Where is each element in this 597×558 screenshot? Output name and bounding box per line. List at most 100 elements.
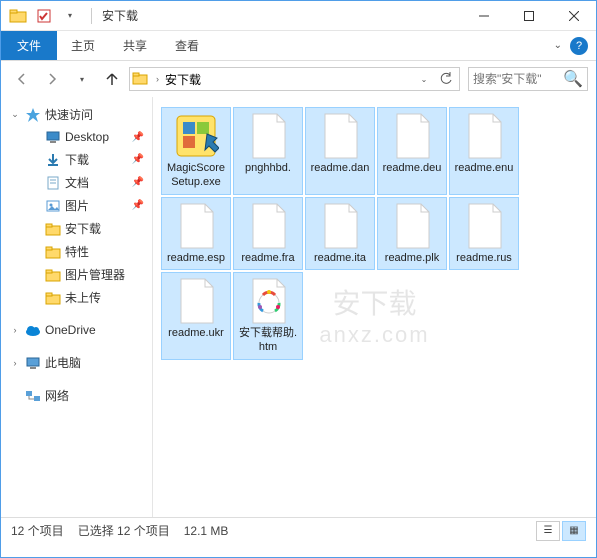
window-title: 安下载 bbox=[102, 7, 138, 24]
icons-view-button[interactable]: ▦ bbox=[562, 521, 586, 541]
pin-icon: 📌 bbox=[132, 200, 144, 211]
file-icon bbox=[389, 202, 435, 250]
folder-icon bbox=[45, 221, 61, 237]
up-button[interactable] bbox=[99, 66, 125, 92]
sidebar-item-label: 图片 bbox=[65, 197, 89, 214]
cloud-icon bbox=[25, 322, 41, 338]
file-item[interactable]: readme.plk bbox=[377, 197, 447, 271]
chevron-right-icon[interactable]: › bbox=[9, 358, 21, 368]
address-dropdown-icon[interactable]: ⌄ bbox=[413, 72, 435, 86]
file-item[interactable]: readme.esp bbox=[161, 197, 231, 271]
file-name: pnghhbd. bbox=[245, 162, 291, 176]
file-icon bbox=[461, 202, 507, 250]
file-name: readme.plk bbox=[385, 252, 439, 266]
file-tab[interactable]: 文件 bbox=[1, 31, 57, 60]
file-name: readme.ita bbox=[314, 252, 366, 266]
status-bar: 12 个项目 已选择 12 个项目 12.1 MB ☰ ▦ bbox=[1, 517, 596, 543]
chevron-down-icon[interactable]: ⌄ bbox=[9, 109, 21, 120]
sidebar-network[interactable]: 网络 bbox=[1, 384, 152, 407]
separator bbox=[91, 8, 92, 24]
search-icon: 🔍 bbox=[563, 69, 583, 89]
desktop-icon bbox=[45, 129, 61, 145]
file-icon bbox=[245, 202, 291, 250]
file-item[interactable]: readme.rus bbox=[449, 197, 519, 271]
star-icon bbox=[25, 107, 41, 123]
tab-share[interactable]: 共享 bbox=[109, 31, 161, 60]
sidebar-item[interactable]: Desktop 📌 bbox=[21, 126, 152, 148]
nav-bar: ▾ › 安下载 ⌄ 🔍 bbox=[1, 61, 596, 97]
chevron-right-icon[interactable]: › bbox=[9, 325, 21, 335]
file-name: readme.rus bbox=[456, 252, 512, 266]
body: ⌄ 快速访问 Desktop 📌 下载📌 文档 📌 图片 📌 安下载特性图片管理器未上传 › … bbox=[1, 97, 596, 517]
help-icon[interactable]: ? bbox=[570, 37, 588, 55]
sidebar[interactable]: ⌄ 快速访问 Desktop 📌 下载📌 文档 📌 图片 📌 安下载特性图片管理器未上传 › … bbox=[1, 97, 153, 517]
file-name: readme.esp bbox=[167, 252, 225, 266]
sidebar-item-label: 特性 bbox=[65, 243, 89, 260]
sidebar-quick-access[interactable]: ⌄ 快速访问 bbox=[1, 103, 152, 126]
breadcrumb[interactable]: 安下载 bbox=[161, 71, 205, 88]
pin-icon: 📌 bbox=[132, 177, 144, 188]
folder-icon bbox=[45, 244, 61, 260]
folder-icon bbox=[45, 290, 61, 306]
sidebar-item[interactable]: 图片管理器 bbox=[21, 263, 152, 286]
file-item[interactable]: readme.ukr bbox=[161, 272, 231, 360]
sidebar-item[interactable]: 下载📌 bbox=[21, 148, 152, 171]
address-bar[interactable]: › 安下载 ⌄ bbox=[129, 67, 460, 91]
status-selected: 已选择 12 个项目 bbox=[78, 522, 170, 539]
sidebar-onedrive[interactable]: › OneDrive bbox=[1, 319, 152, 341]
sidebar-item[interactable]: 图片 📌 bbox=[21, 194, 152, 217]
file-item[interactable]: readme.enu bbox=[449, 107, 519, 195]
refresh-button[interactable] bbox=[435, 72, 457, 86]
maximize-button[interactable] bbox=[506, 1, 551, 30]
ribbon-expand-icon[interactable]: ⌄ bbox=[554, 40, 562, 51]
file-item[interactable]: readme.ita bbox=[305, 197, 375, 271]
properties-icon[interactable] bbox=[33, 5, 55, 27]
sidebar-item[interactable]: 未上传 bbox=[21, 286, 152, 309]
file-name: MagicScoreSetup.exe bbox=[164, 162, 228, 190]
chevron-right-icon[interactable]: › bbox=[154, 74, 161, 84]
file-name: readme.ukr bbox=[168, 327, 224, 341]
sidebar-item-label: 未上传 bbox=[65, 289, 101, 306]
window-controls bbox=[461, 1, 596, 30]
file-item[interactable]: readme.dan bbox=[305, 107, 375, 195]
folder-icon bbox=[45, 267, 61, 283]
search-input[interactable] bbox=[473, 72, 563, 86]
forward-button[interactable] bbox=[39, 66, 65, 92]
details-view-button[interactable]: ☰ bbox=[536, 521, 560, 541]
sidebar-item[interactable]: 安下载 bbox=[21, 217, 152, 240]
sidebar-item-label: OneDrive bbox=[45, 323, 96, 337]
file-name: 安下载帮助.htm bbox=[236, 327, 300, 355]
documents-icon bbox=[45, 175, 61, 191]
file-list[interactable]: MagicScoreSetup.exe pnghhbd. readme.dan rea… bbox=[153, 97, 596, 517]
network-icon bbox=[25, 388, 41, 404]
ribbon: 文件 主页 共享 查看 ⌄ ? bbox=[1, 31, 596, 61]
search-box[interactable]: 🔍 bbox=[468, 67, 588, 91]
pc-icon bbox=[25, 355, 41, 371]
qat-dropdown-icon[interactable]: ▾ bbox=[59, 5, 81, 27]
file-icon bbox=[317, 202, 363, 250]
sidebar-item-label: 文档 bbox=[65, 174, 89, 191]
file-icon bbox=[245, 277, 291, 325]
sidebar-item[interactable]: 特性 bbox=[21, 240, 152, 263]
tab-view[interactable]: 查看 bbox=[161, 31, 213, 60]
file-icon bbox=[389, 112, 435, 160]
sidebar-item-label: Desktop bbox=[65, 130, 109, 144]
sidebar-this-pc[interactable]: › 此电脑 bbox=[1, 351, 152, 374]
file-item[interactable]: MagicScoreSetup.exe bbox=[161, 107, 231, 195]
file-item[interactable]: 安下载帮助.htm bbox=[233, 272, 303, 360]
recent-locations-button[interactable]: ▾ bbox=[69, 66, 95, 92]
sidebar-item-label: 快速访问 bbox=[45, 106, 93, 123]
file-item[interactable]: readme.deu bbox=[377, 107, 447, 195]
pin-icon: 📌 bbox=[132, 132, 144, 143]
close-button[interactable] bbox=[551, 1, 596, 30]
back-button[interactable] bbox=[9, 66, 35, 92]
minimize-button[interactable] bbox=[461, 1, 506, 30]
sidebar-item[interactable]: 文档 📌 bbox=[21, 171, 152, 194]
sidebar-item-label: 下载 bbox=[65, 151, 89, 168]
file-name: readme.dan bbox=[311, 162, 370, 176]
file-item[interactable]: pnghhbd. bbox=[233, 107, 303, 195]
tab-home[interactable]: 主页 bbox=[57, 31, 109, 60]
sidebar-item-label: 图片管理器 bbox=[65, 266, 125, 283]
file-name: readme.deu bbox=[383, 162, 442, 176]
file-item[interactable]: readme.fra bbox=[233, 197, 303, 271]
